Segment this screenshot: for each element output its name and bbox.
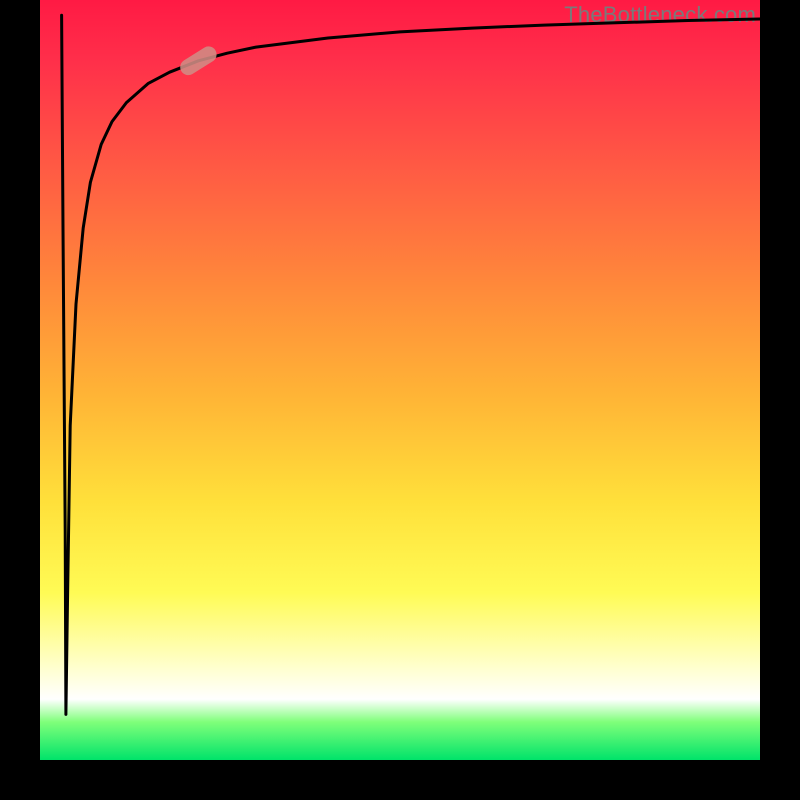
frame-left	[0, 0, 40, 800]
bottleneck-chart: TheBottleneck.com	[0, 0, 800, 800]
frame-bottom	[0, 760, 800, 800]
curve-layer	[40, 0, 760, 760]
bottleneck-curve	[62, 15, 760, 714]
frame-right	[760, 0, 800, 800]
highlight-marker	[177, 43, 219, 78]
